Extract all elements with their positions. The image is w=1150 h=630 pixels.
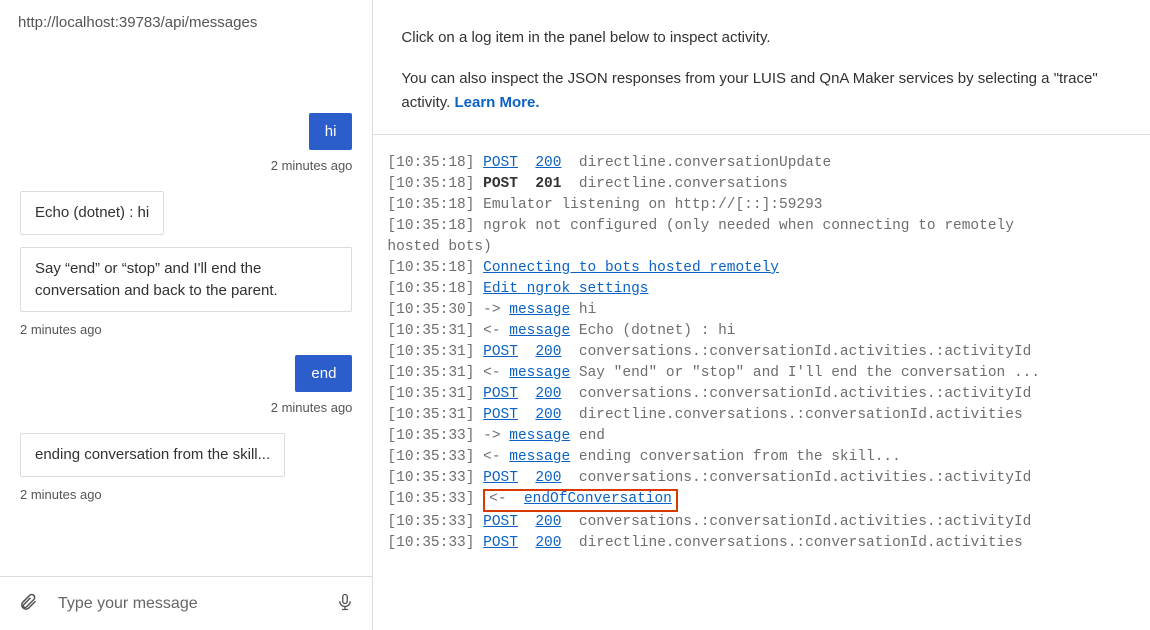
chat-timestamp: 2 minutes ago [271, 400, 353, 415]
http-method-link[interactable]: POST [483, 470, 518, 486]
chat-message-bot[interactable]: Say “end” or “stop” and I'll end the con… [20, 247, 352, 338]
endpoint-url: http://localhost:39783/api/messages [0, 0, 372, 45]
chat-panel: http://localhost:39783/api/messages hi 2… [0, 0, 373, 630]
intro-text-2: You can also inspect the JSON responses … [401, 67, 1122, 114]
inspector-panel: Click on a log item in the panel below t… [373, 0, 1150, 630]
log-line[interactable]: [10:35:33] POST 200 directline.conversat… [387, 533, 1132, 554]
chat-bubble: end [295, 355, 352, 392]
http-status-link[interactable]: 200 [535, 535, 561, 551]
learn-more-link[interactable]: Learn More. [455, 94, 540, 111]
chat-message-bot[interactable]: ending conversation from the skill... 2 … [20, 433, 352, 502]
http-status-link[interactable]: 200 [535, 155, 561, 171]
mic-button[interactable] [332, 587, 358, 620]
log-activity-link[interactable]: endOfConversation [524, 491, 672, 507]
paperclip-icon [18, 591, 38, 616]
log-line[interactable]: [10:35:31] <- message Echo (dotnet) : hi [387, 321, 1132, 342]
chat-bubble: ending conversation from the skill... [20, 433, 285, 477]
http-status-link[interactable]: 200 [535, 470, 561, 486]
attach-button[interactable] [14, 587, 42, 620]
log-line[interactable]: [10:35:18] ngrok not configured (only ne… [387, 216, 1132, 237]
log-line[interactable]: [10:35:18] POST 201 directline.conversat… [387, 174, 1132, 195]
chat-input-row [0, 576, 372, 630]
chat-timestamp: 2 minutes ago [271, 158, 353, 173]
http-status-link[interactable]: 200 [535, 407, 561, 423]
log-activity-link[interactable]: message [509, 365, 570, 381]
log-activity-link[interactable]: message [509, 323, 570, 339]
log-line[interactable]: [10:35:31] POST 200 conversations.:conve… [387, 384, 1132, 405]
chat-message-bot[interactable]: Echo (dotnet) : hi [20, 191, 352, 235]
log-line[interactable]: [10:35:18] Connecting to bots hosted rem… [387, 258, 1132, 279]
chat-timestamp: 2 minutes ago [20, 322, 102, 337]
log-line[interactable]: hosted bots) [387, 237, 1132, 258]
chat-timestamp: 2 minutes ago [20, 487, 102, 502]
log-line[interactable]: [10:35:33] POST 200 conversations.:conve… [387, 468, 1132, 489]
log-area[interactable]: [10:35:18] POST 200 directline.conversat… [373, 135, 1150, 630]
http-method-link[interactable]: POST [483, 344, 518, 360]
log-link[interactable]: Connecting to bots hosted remotely [483, 260, 779, 276]
log-line[interactable]: [10:35:31] POST 200 directline.conversat… [387, 405, 1132, 426]
log-line[interactable]: [10:35:33] <- message ending conversatio… [387, 447, 1132, 468]
log-line[interactable]: [10:35:33] POST 200 conversations.:conve… [387, 512, 1132, 533]
http-method-link[interactable]: POST [483, 514, 518, 530]
http-status-link[interactable]: 200 [535, 344, 561, 360]
log-activity-link[interactable]: message [509, 449, 570, 465]
log-link[interactable]: Edit ngrok settings [483, 281, 648, 297]
chat-bubble: hi [309, 113, 353, 150]
http-method-link[interactable]: POST [483, 155, 518, 171]
chat-bubble: Echo (dotnet) : hi [20, 191, 164, 235]
log-line[interactable]: [10:35:31] POST 200 conversations.:conve… [387, 342, 1132, 363]
microphone-icon [336, 591, 354, 616]
log-activity-link[interactable]: message [509, 428, 570, 444]
http-status-link[interactable]: 200 [535, 514, 561, 530]
log-line[interactable]: [10:35:33] <- endOfConversation [387, 489, 1132, 512]
log-activity-link[interactable]: message [509, 302, 570, 318]
log-line[interactable]: [10:35:31] <- message Say "end" or "stop… [387, 363, 1132, 384]
log-line[interactable]: [10:35:18] Edit ngrok settings [387, 279, 1132, 300]
log-line[interactable]: [10:35:18] Emulator listening on http://… [387, 195, 1132, 216]
http-method-link[interactable]: POST [483, 407, 518, 423]
chat-transcript: hi 2 minutes ago Echo (dotnet) : hi Say … [0, 45, 372, 576]
chat-message-user[interactable]: end 2 minutes ago [20, 355, 352, 415]
chat-message-user[interactable]: hi 2 minutes ago [20, 113, 352, 173]
chat-bubble: Say “end” or “stop” and I'll end the con… [20, 247, 352, 313]
http-status-link[interactable]: 200 [535, 386, 561, 402]
inspector-intro: Click on a log item in the panel below t… [373, 0, 1150, 135]
intro-text-1: Click on a log item in the panel below t… [401, 26, 1122, 49]
http-method-link[interactable]: POST [483, 386, 518, 402]
log-line[interactable]: [10:35:18] POST 200 directline.conversat… [387, 153, 1132, 174]
log-line[interactable]: [10:35:30] -> message hi [387, 300, 1132, 321]
log-line[interactable]: [10:35:33] -> message end [387, 426, 1132, 447]
http-method-link[interactable]: POST [483, 535, 518, 551]
message-input[interactable] [56, 594, 318, 614]
